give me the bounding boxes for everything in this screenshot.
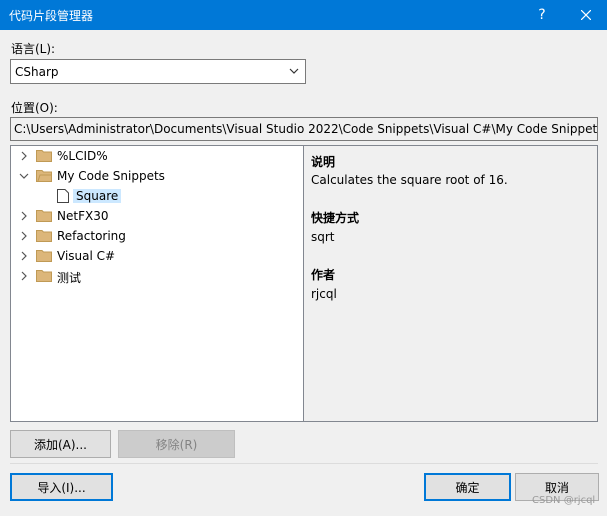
folder-open-icon (36, 170, 52, 182)
folder-icon (36, 210, 52, 222)
shortcut-heading: 快捷方式 (311, 211, 360, 225)
location-label: 位置(O): (11, 101, 58, 115)
tree-item-label: Square (73, 189, 122, 203)
window-title: 代码片段管理器 (9, 9, 94, 23)
snippet-details-panel: 说明 Calculates the square root of 16. 快捷方… (304, 145, 598, 422)
chevron-right-icon (21, 211, 27, 221)
tree-item-my-code-snippets[interactable]: My Code Snippets (17, 166, 297, 186)
folder-icon (36, 250, 52, 262)
shortcut-value: sqrt (311, 230, 335, 244)
tree-item-label: %LCID% (57, 149, 108, 163)
author-value: rjcql (311, 287, 337, 301)
remove-button[interactable]: 移除(R) (118, 430, 235, 458)
title-bar: 代码片段管理器 ? (0, 0, 607, 30)
close-icon (581, 10, 591, 20)
chevron-right-icon (21, 271, 27, 281)
help-button[interactable]: ? (519, 0, 565, 30)
language-selected-value: CSharp (15, 65, 59, 79)
folder-icon (36, 150, 52, 162)
tree-item-refactoring[interactable]: Refactoring (17, 226, 297, 246)
tree-item-visual-csharp[interactable]: Visual C# (17, 246, 297, 266)
import-button[interactable]: 导入(I)... (10, 473, 113, 501)
description-value: Calculates the square root of 16. (311, 173, 508, 187)
chevron-right-icon (21, 251, 27, 261)
tree-item-square[interactable]: Square (55, 186, 295, 206)
snippet-file-icon (57, 189, 69, 203)
snippet-tree[interactable]: %LCID% My Code Snippets Square NetFX30 R… (10, 145, 304, 422)
tree-item-test[interactable]: 测试 (17, 266, 297, 286)
tree-item-label: Refactoring (57, 229, 126, 243)
help-icon: ? (538, 7, 546, 23)
tree-item-label: Visual C# (57, 249, 116, 263)
chevron-right-icon (21, 231, 27, 241)
location-path-text: C:\Users\Administrator\Documents\Visual … (14, 122, 598, 136)
tree-item-label: My Code Snippets (57, 169, 165, 183)
chevron-down-icon (289, 68, 299, 74)
language-label: 语言(L): (11, 42, 56, 56)
tree-item-netfx30[interactable]: NetFX30 (17, 206, 297, 226)
chevron-down-icon (19, 173, 29, 179)
watermark: CSDN @rjcql (532, 495, 596, 506)
tree-item-lcid[interactable]: %LCID% (17, 146, 297, 166)
description-heading: 说明 (311, 155, 336, 169)
ok-button[interactable]: 确定 (424, 473, 511, 501)
folder-icon (36, 270, 52, 282)
author-heading: 作者 (311, 268, 336, 282)
tree-item-label: NetFX30 (57, 209, 109, 223)
folder-icon (36, 230, 52, 242)
separator (10, 463, 598, 464)
language-select[interactable]: CSharp (10, 59, 306, 84)
close-button[interactable] (563, 0, 607, 30)
add-button[interactable]: 添加(A)... (10, 430, 111, 458)
tree-item-label: 测试 (57, 271, 82, 285)
location-path-field[interactable]: C:\Users\Administrator\Documents\Visual … (10, 117, 598, 141)
chevron-right-icon (21, 151, 27, 161)
